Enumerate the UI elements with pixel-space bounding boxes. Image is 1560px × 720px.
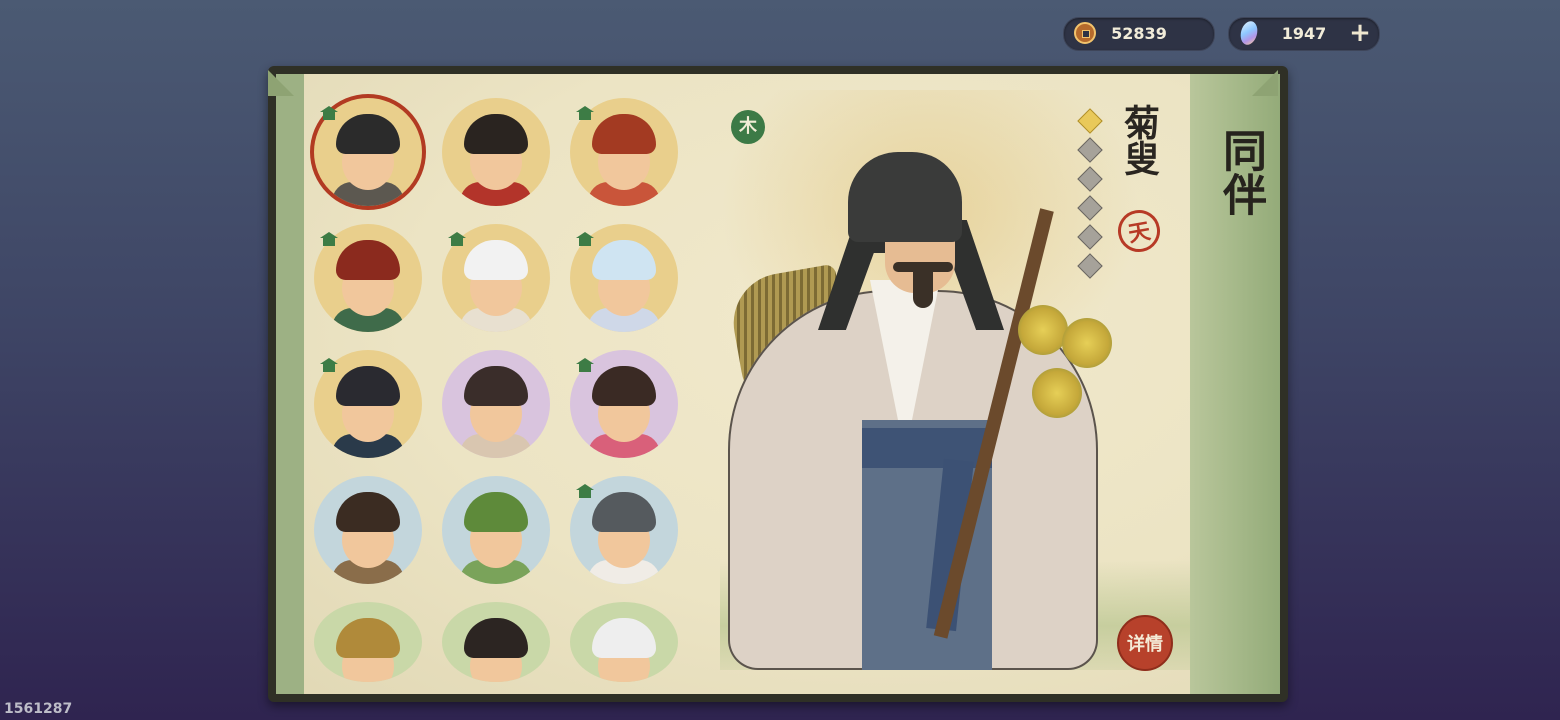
residence-house-icon: [576, 106, 594, 120]
residence-house-icon: [576, 358, 594, 372]
companion-avatar[interactable]: [442, 98, 550, 206]
wood-element-badge: 木: [731, 110, 765, 144]
scroll-edge-left: [276, 74, 304, 694]
companion-avatar[interactable]: [442, 350, 550, 458]
avatar-hair: [464, 240, 528, 280]
avatar-hair: [592, 114, 656, 154]
companion-avatar[interactable]: [442, 476, 550, 584]
companion-avatar[interactable]: [314, 476, 422, 584]
player-id: 1561287: [4, 701, 73, 717]
avatar-hair: [592, 240, 656, 280]
residence-house-icon: [320, 232, 338, 246]
companion-avatar[interactable]: [314, 602, 422, 682]
avatar-hair: [336, 492, 400, 532]
character-name: 菊叟: [1118, 104, 1160, 176]
gem-counter: 1947 +: [1228, 17, 1380, 51]
avatar-hair: [592, 618, 656, 658]
corner-fold-left: [268, 70, 294, 96]
avatar-hair: [336, 114, 400, 154]
corner-fold-right: [1252, 70, 1278, 96]
residence-house-icon: [448, 232, 466, 246]
residence-house-icon: [320, 106, 338, 120]
avatar-hair: [464, 114, 528, 154]
avatar-hair: [592, 366, 656, 406]
companion-avatar[interactable]: [442, 602, 550, 682]
avatar-hair: [592, 492, 656, 532]
details-button[interactable]: 详情: [1117, 615, 1173, 671]
avatar-hair: [336, 366, 400, 406]
avatar-hair: [336, 618, 400, 658]
add-gems-button[interactable]: +: [1347, 20, 1373, 46]
panel-title: 同伴: [1215, 128, 1266, 216]
avatar-hair: [464, 618, 528, 658]
coin-amount: 52839: [1111, 24, 1167, 43]
residence-house-icon: [320, 358, 338, 372]
coin-counter: 52839: [1063, 17, 1215, 51]
avatar-hair: [464, 492, 528, 532]
character-portrait[interactable]: [730, 150, 1110, 670]
avatar-hair: [336, 240, 400, 280]
companion-avatar[interactable]: [570, 602, 678, 682]
avatar-hair: [464, 366, 528, 406]
residence-house-icon: [576, 484, 594, 498]
residence-house-icon: [576, 232, 594, 246]
